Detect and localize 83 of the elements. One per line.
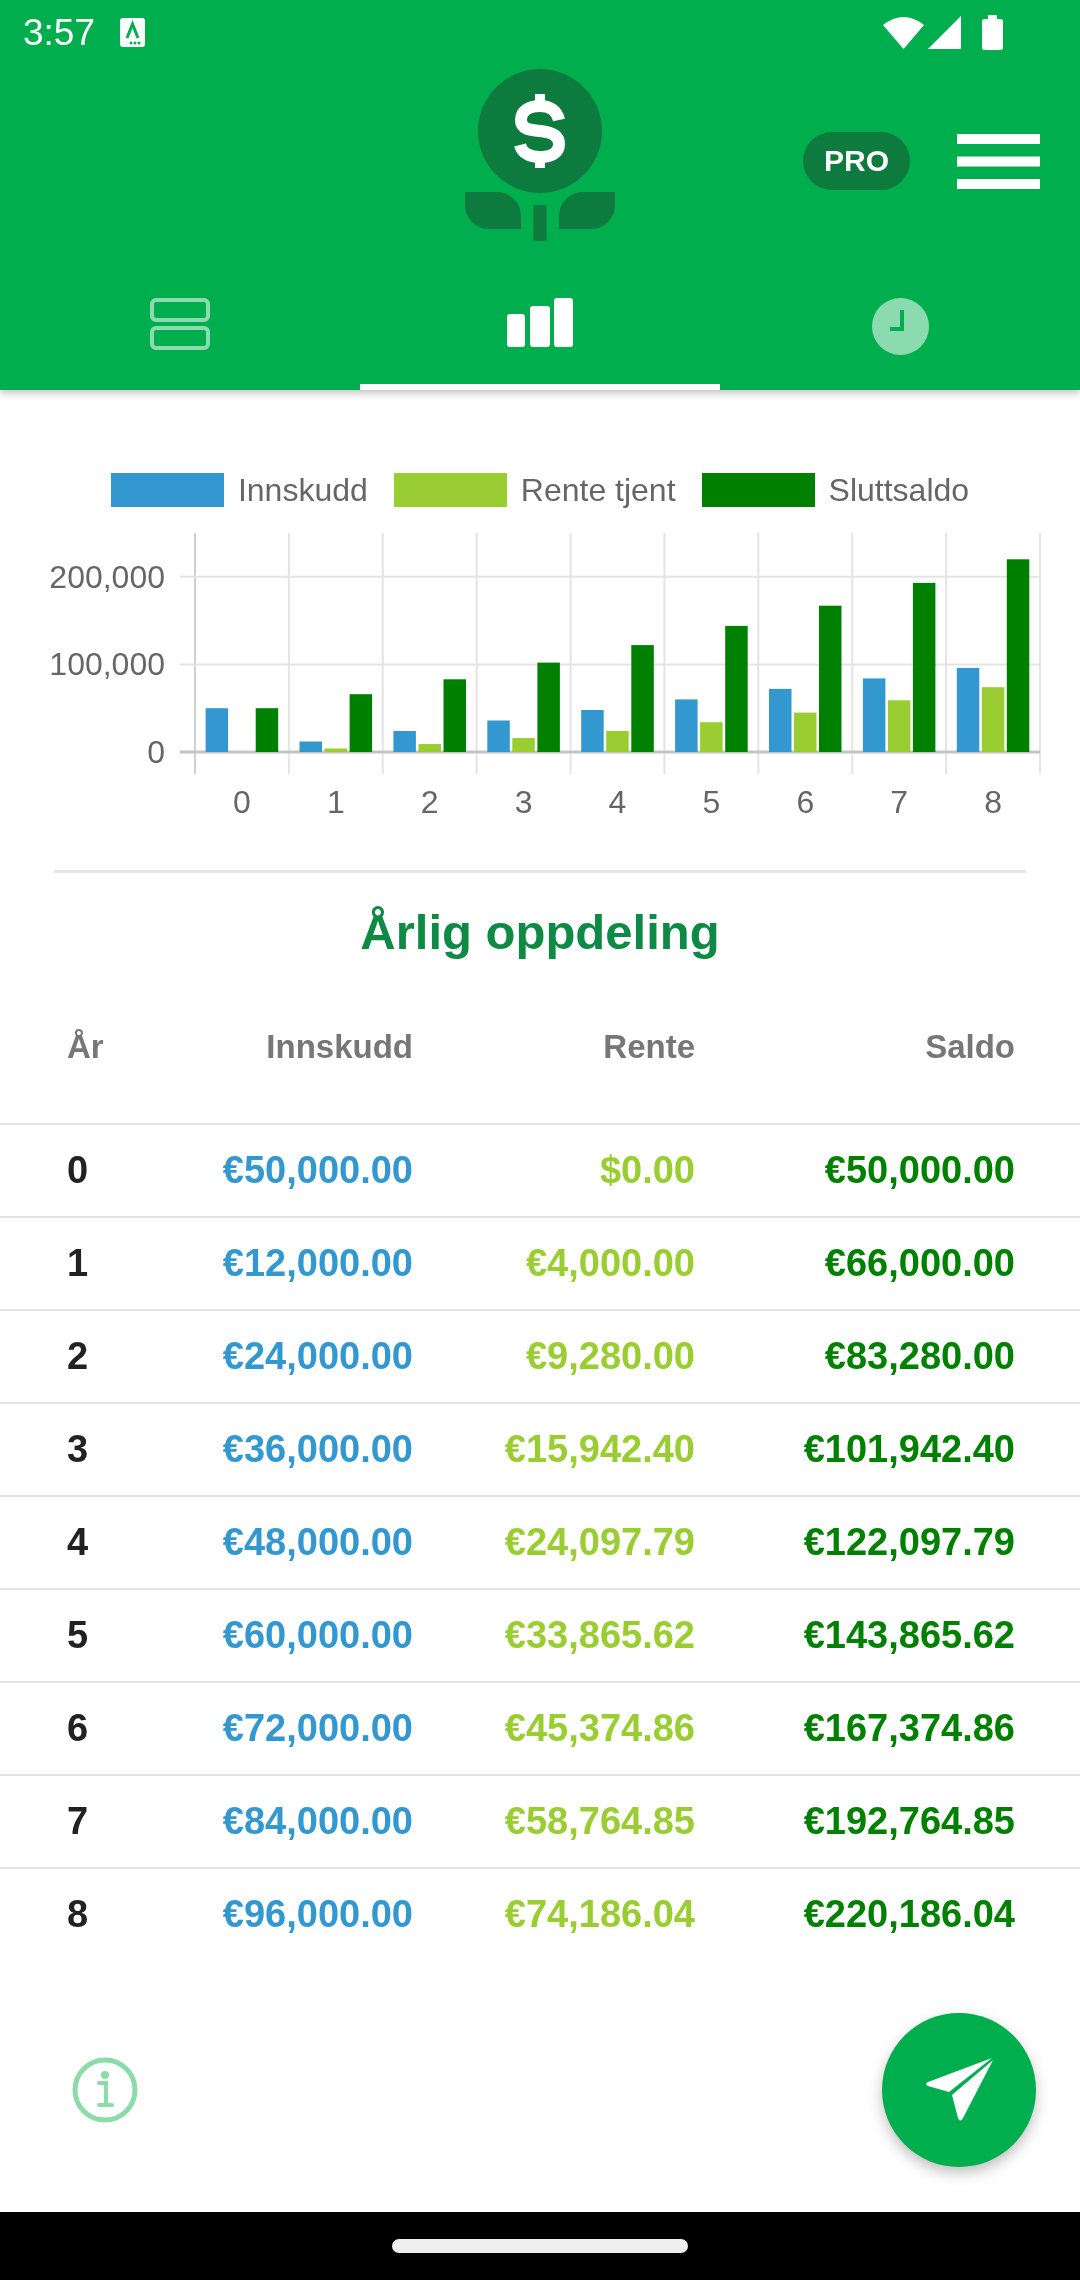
chart-bar <box>255 708 279 752</box>
table-cell: 2 <box>0 1310 200 1403</box>
table-cell: €48,000.00 <box>200 1496 413 1589</box>
axis-label: 0 <box>233 784 251 820</box>
axis-label: 3 <box>514 784 533 820</box>
chart-bar <box>675 699 698 752</box>
legend-label: Sluttsaldo <box>828 473 970 507</box>
axis-label: 0 <box>147 734 165 770</box>
table-cell: 8 <box>0 1868 200 1960</box>
axis-label: 8 <box>984 784 1002 820</box>
table-cell: 1 <box>0 1217 200 1310</box>
status-time: 3:57 <box>23 13 95 51</box>
chart-bar <box>606 731 629 752</box>
table-cell: €33,865.62 <box>413 1589 695 1682</box>
legend-label: Rente tjent <box>520 473 676 507</box>
chart-bar <box>205 708 229 752</box>
chart-bar <box>393 731 416 752</box>
chart-bar <box>700 722 723 752</box>
axis-label: 6 <box>796 784 815 820</box>
axis-label: 200,000 <box>49 558 165 595</box>
axis-label: 4 <box>608 784 627 820</box>
pro-button[interactable]: PRO <box>803 132 910 190</box>
table-cell: €84,000.00 <box>200 1775 413 1868</box>
axis-label: 7 <box>890 784 909 820</box>
table-cell: €192,764.85 <box>695 1775 1080 1868</box>
axis-label: 1 <box>326 784 345 820</box>
chart-bar <box>769 688 792 752</box>
table-cell: €50,000.00 <box>695 1124 1080 1217</box>
table-cell: $0.00 <box>413 1124 695 1217</box>
table-cell: 7 <box>0 1775 200 1868</box>
table-cell: €96,000.00 <box>200 1868 413 1960</box>
send-button[interactable] <box>882 2013 1036 2167</box>
chart-bar <box>418 744 441 752</box>
table-cell: 0 <box>0 1124 200 1217</box>
table-cell: €122,097.79 <box>695 1496 1080 1589</box>
home-handle[interactable] <box>392 2239 688 2253</box>
dollar-plant-icon <box>465 69 615 241</box>
table-cell: €24,097.79 <box>413 1496 695 1589</box>
section-title: Årlig oppdeling <box>359 904 721 961</box>
table-cell: 5 <box>0 1589 200 1682</box>
table-cell: 4 <box>0 1496 200 1589</box>
column-header: Rente <box>413 990 695 1124</box>
table-cell: €72,000.00 <box>200 1682 413 1775</box>
table-cell: €220,186.04 <box>695 1868 1080 1960</box>
table-cell: €45,374.86 <box>413 1682 695 1775</box>
table-cell: €4,000.00 <box>413 1217 695 1310</box>
menu-icon[interactable] <box>957 134 1040 189</box>
chart-bar <box>794 712 817 752</box>
column-header: Saldo <box>695 990 1080 1124</box>
table-cell: €83,280.00 <box>695 1310 1080 1403</box>
table-cell: €15,942.40 <box>413 1403 695 1496</box>
battery-icon <box>982 14 1003 50</box>
signal-icon <box>928 15 961 49</box>
table-cell: €12,000.00 <box>200 1217 413 1310</box>
table-cell: €58,764.85 <box>413 1775 695 1868</box>
axis-label: 100,000 <box>49 646 165 683</box>
table-cell: €60,000.00 <box>200 1589 413 1682</box>
table-cell: €74,186.04 <box>413 1868 695 1960</box>
table-cell: €24,000.00 <box>200 1310 413 1403</box>
table-cell: €143,865.62 <box>695 1589 1080 1682</box>
clock-icon <box>871 298 929 355</box>
table-cell: €167,374.86 <box>695 1682 1080 1775</box>
bar-chart-icon <box>507 298 573 347</box>
chart-bar <box>487 720 510 752</box>
info-icon[interactable] <box>72 2057 138 2123</box>
chart-bar <box>581 710 604 752</box>
column-header: Innskudd <box>200 990 413 1124</box>
wifi-icon <box>883 15 924 49</box>
axis-label: 2 <box>420 784 439 820</box>
notification-icon <box>120 17 145 47</box>
column-header: År <box>0 990 200 1124</box>
table-cell: €66,000.00 <box>695 1217 1080 1310</box>
table-cell: €36,000.00 <box>200 1403 413 1496</box>
table-cell: €9,280.00 <box>413 1310 695 1403</box>
table-cell: €50,000.00 <box>200 1124 413 1217</box>
legend-label: Innskudd <box>237 473 368 507</box>
table-cell: 3 <box>0 1403 200 1496</box>
table-cell: 6 <box>0 1682 200 1775</box>
chart-bar <box>512 738 535 752</box>
axis-label: 5 <box>702 784 721 820</box>
rows-icon <box>150 298 210 350</box>
chart-bar <box>299 741 322 752</box>
table-cell: €101,942.40 <box>695 1403 1080 1496</box>
